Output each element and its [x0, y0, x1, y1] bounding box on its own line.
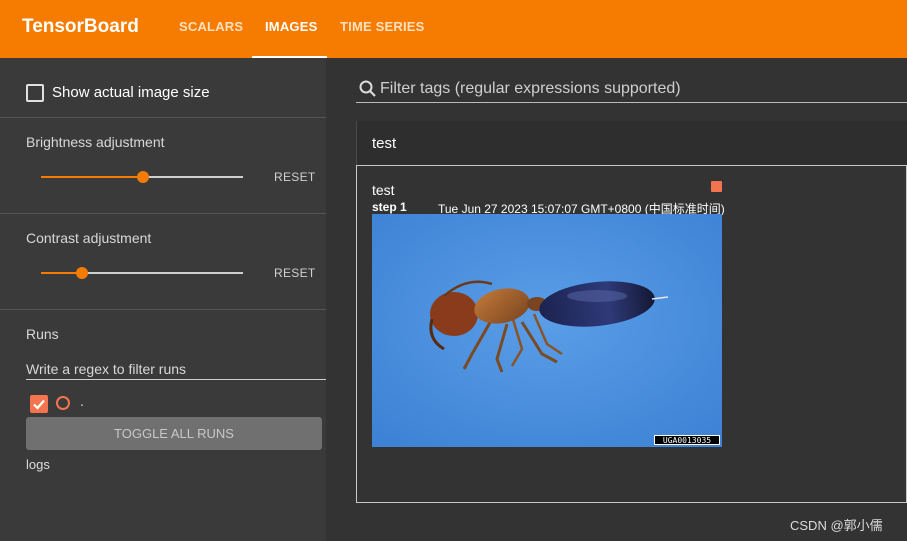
tag-group-header[interactable]: test [356, 121, 907, 165]
run-filter-input[interactable] [26, 358, 326, 380]
check-icon [33, 399, 45, 410]
sidebar: Show actual image size Brightness adjust… [0, 58, 326, 541]
main-panel: test test step 1 Tue Jun 27 2023 15:07:0… [326, 58, 907, 541]
show-actual-size-checkbox[interactable] [26, 84, 44, 102]
ant-image: UGA0013035 [372, 214, 722, 447]
tab-images[interactable]: IMAGES [265, 19, 317, 34]
tag-filter[interactable] [356, 76, 907, 103]
search-icon [359, 80, 376, 97]
image-caption: UGA0013035 [663, 436, 711, 445]
watermark: CSDN @郭小儒 [790, 518, 883, 533]
app-brand: TensorBoard [22, 16, 139, 37]
run-color-indicator[interactable] [56, 396, 70, 410]
tag-group-title: test [372, 135, 397, 152]
contrast-slider-thumb[interactable] [76, 267, 88, 279]
image-card: test step 1 Tue Jun 27 2023 15:07:07 GMT… [356, 165, 907, 503]
tab-time-series[interactable]: TIME SERIES [340, 19, 425, 34]
contrast-reset-button[interactable]: RESET [274, 266, 316, 280]
logdir-label: logs [26, 457, 50, 472]
divider [0, 117, 326, 118]
tab-scalars[interactable]: SCALARS [179, 19, 243, 34]
image-card-title: test [372, 182, 395, 198]
brightness-slider-fill [41, 176, 143, 178]
top-app-bar: TensorBoard SCALARS IMAGES TIME SERIES [0, 0, 907, 58]
run-checkbox[interactable] [30, 395, 48, 413]
divider [0, 213, 326, 214]
step-value: 1 [400, 200, 407, 214]
brightness-label: Brightness adjustment [26, 134, 165, 150]
runs-label: Runs [26, 326, 59, 342]
tag-filter-input[interactable] [380, 76, 900, 102]
divider [0, 309, 326, 310]
brightness-reset-button[interactable]: RESET [274, 170, 316, 184]
contrast-label: Contrast adjustment [26, 230, 152, 246]
run-name: . [80, 393, 84, 409]
toggle-all-runs-button[interactable]: TOGGLE ALL RUNS [26, 417, 322, 450]
show-actual-size-label: Show actual image size [52, 84, 210, 101]
run-color-swatch [711, 181, 722, 192]
step-label: step [372, 200, 397, 214]
brightness-slider-thumb[interactable] [137, 171, 149, 183]
